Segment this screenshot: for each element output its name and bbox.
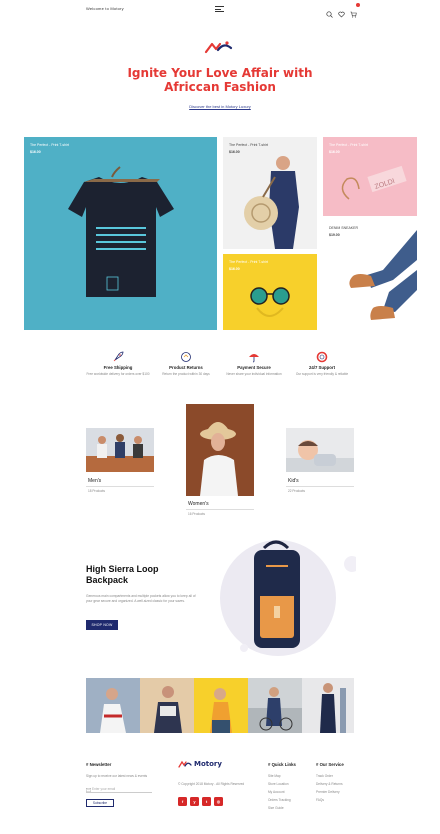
quick-link-size-guide[interactable]: Size Guide	[268, 806, 284, 810]
category-name[interactable]: Men's	[88, 478, 101, 484]
product-tile-backpack-man[interactable]: The Perfect - Print T-shirt $16.00	[223, 137, 317, 249]
service-link-faqs[interactable]: FAQs	[316, 798, 324, 802]
header-actions	[326, 3, 360, 18]
instagram-icon[interactable]: ◎	[214, 797, 223, 806]
feature-title: 24/7 Support	[308, 365, 336, 370]
return-icon	[180, 350, 192, 362]
category-name[interactable]: Kid's	[288, 478, 299, 484]
category-men-image[interactable]	[86, 428, 154, 472]
insta-photo-3[interactable]	[194, 678, 248, 733]
sneaker-image	[349, 230, 417, 320]
product-tile-tshirt[interactable]: The Perfect - Print T-shirt $16.00	[24, 137, 217, 330]
newsletter-heading: # Newsletter	[86, 762, 112, 767]
quick-links-heading: # Quick Links	[268, 762, 296, 767]
hero-title: Ignite Your Love Affair with Africcan Fa…	[127, 66, 313, 94]
cart-icon[interactable]	[350, 3, 360, 18]
backpack-image[interactable]	[216, 536, 356, 666]
menu-icon[interactable]	[215, 6, 224, 12]
feature-title: Free Shipping	[103, 365, 133, 370]
product-tile-pink-tag[interactable]: The Perfect - Print T-shirt $16.00 ZOLDI	[323, 137, 417, 216]
tshirt-image	[68, 166, 174, 297]
feature-support: 24/7 Support Our support is very friendl…	[286, 350, 358, 376]
search-icon[interactable]	[326, 5, 333, 18]
category-count: 18 Products	[88, 489, 106, 493]
feature-free-shipping: Free Shipping Free worldwide delivery fo…	[82, 350, 154, 376]
feature-product-returns: Product Returns Return the product withi…	[150, 350, 222, 376]
category-count: 16 Products	[188, 512, 206, 516]
featured-desc: Generous main compartments and multiple …	[86, 594, 196, 603]
quick-link-orders-tracking[interactable]: Orders Tracking	[268, 798, 291, 802]
quick-link-store-location[interactable]: Store Location	[268, 782, 289, 786]
footer-brand: Motory	[194, 760, 222, 768]
insta-photo-1[interactable]	[86, 678, 140, 733]
feature-title: Product Returns	[169, 365, 203, 370]
umbrella-icon	[248, 350, 260, 363]
our-service-heading: # Our Service	[316, 762, 344, 767]
copyright-text: © Copyright 2018 Motory - All Rights Res…	[178, 782, 245, 786]
cart-badge	[356, 3, 360, 7]
newsletter-text: Sign up to receive our latest news & eve…	[86, 774, 148, 778]
youtube-icon[interactable]: y	[190, 797, 199, 806]
product-tile-sunglasses[interactable]: The Perfect - Print T-shirt $16.00	[223, 254, 317, 330]
tag-image: ZOLDI	[341, 165, 407, 200]
feature-desc: Our support is very friendly & reliable	[295, 372, 349, 376]
service-link-premier-delivery[interactable]: Premier Delivery	[316, 790, 340, 794]
quick-link-site-map[interactable]: Site Map	[268, 774, 281, 778]
subscribe-button[interactable]: Subscribe	[86, 799, 114, 807]
brand-logo-icon[interactable]	[204, 40, 234, 54]
service-link-track-order[interactable]: Track Order	[316, 774, 333, 778]
footer-logo-icon[interactable]	[178, 760, 192, 768]
facebook-icon[interactable]: f	[178, 797, 187, 806]
category-kids-image[interactable]	[286, 428, 354, 472]
heart-icon[interactable]	[338, 5, 345, 18]
feature-desc: Free worldwide delivery for orders over …	[86, 372, 150, 376]
feature-desc: Never share your individual information	[226, 372, 282, 376]
twitter-icon[interactable]: t	[202, 797, 211, 806]
category-count: 22 Products	[288, 489, 306, 493]
newsletter-email-input[interactable]: Enter your email	[86, 786, 152, 793]
top-bar: Welcome to Motory	[0, 0, 440, 18]
insta-photo-2[interactable]	[140, 678, 194, 733]
hero-discover-link[interactable]: Discover the best in Motory Luxury	[150, 104, 290, 109]
divider	[186, 509, 254, 510]
feature-payment-secure: Payment Secure Never share your individu…	[218, 350, 290, 376]
feature-title: Payment Secure	[237, 365, 271, 370]
lifebuoy-icon	[316, 350, 328, 363]
quick-link-my-account[interactable]: My Account	[268, 790, 284, 794]
welcome-text: Welcome to Motory	[86, 6, 124, 11]
category-women-image[interactable]	[186, 404, 254, 496]
category-name[interactable]: Women's	[188, 501, 209, 507]
sunglasses-image	[250, 287, 290, 317]
featured-title: High Sierra Loop Backpack	[86, 564, 159, 585]
rocket-icon	[112, 350, 124, 362]
mail-icon	[86, 788, 91, 792]
shop-now-button[interactable]: SHOP NOW	[86, 620, 118, 630]
insta-photo-5[interactable]	[302, 678, 354, 733]
backpack-man-image	[244, 156, 299, 249]
service-link-delivery-returns[interactable]: Delivery & Returns	[316, 782, 343, 786]
product-tile-sneaker[interactable]: DENIM SNEAKER $19.00	[323, 220, 417, 330]
insta-photo-4[interactable]	[248, 678, 302, 733]
divider	[86, 486, 154, 487]
feature-desc: Return the product within 30 days	[162, 372, 210, 376]
divider	[286, 486, 354, 487]
